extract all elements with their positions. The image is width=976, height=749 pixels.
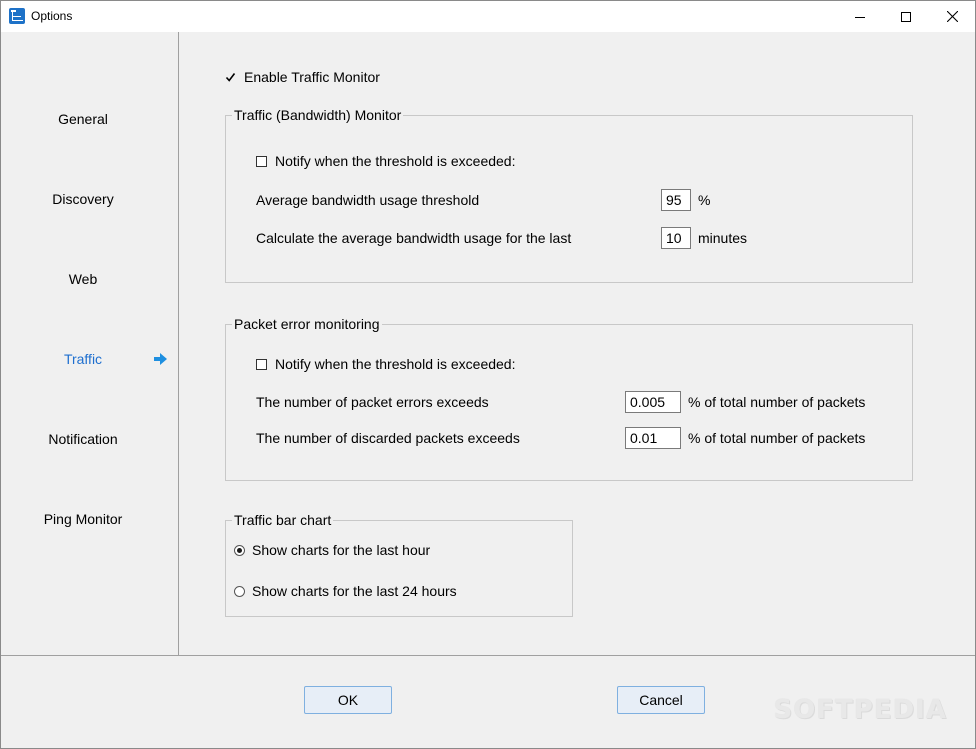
avg-period-input[interactable]	[661, 227, 691, 249]
chart-last-24h-radio[interactable]	[234, 585, 245, 597]
minimize-button[interactable]	[837, 1, 883, 32]
chart-last-24h-label: Show charts for the last 24 hours	[252, 583, 457, 599]
sidebar-item-notification[interactable]: Notification	[1, 427, 165, 451]
enable-traffic-monitor-checkbox[interactable]	[225, 72, 236, 83]
bandwidth-notify-checkbox[interactable]	[256, 155, 267, 167]
bandwidth-notify-row[interactable]: Notify when the threshold is exceeded:	[256, 153, 515, 169]
enable-traffic-monitor-label: Enable Traffic Monitor	[244, 69, 380, 85]
sidebar: General Discovery Web Traffic Notificati…	[1, 32, 179, 655]
avg-threshold-input[interactable]	[661, 189, 691, 211]
bandwidth-notify-label: Notify when the threshold is exceeded:	[275, 153, 516, 169]
ok-button[interactable]: OK	[304, 686, 392, 714]
minimize-icon	[855, 16, 865, 18]
discarded-packets-input[interactable]	[625, 427, 681, 449]
maximize-button[interactable]	[883, 1, 929, 32]
window-title: Options	[31, 9, 73, 23]
footer-divider	[1, 655, 975, 656]
sidebar-item-web[interactable]: Web	[1, 267, 165, 291]
chart-last-hour-row[interactable]: Show charts for the last hour	[234, 542, 430, 558]
packet-errors-unit: % of total number of packets	[688, 394, 866, 410]
chart-last-hour-label: Show charts for the last hour	[252, 542, 431, 558]
avg-threshold-unit: %	[698, 192, 711, 208]
discarded-packets-unit: % of total number of packets	[688, 430, 866, 446]
softpedia-watermark: SOFTPEDIA	[773, 695, 947, 725]
packet-notify-label: Notify when the threshold is exceeded:	[275, 356, 516, 372]
checkmark-icon	[225, 72, 236, 82]
sidebar-item-ping-monitor[interactable]: Ping Monitor	[1, 507, 165, 531]
packet-error-group-title: Packet error monitoring	[234, 316, 380, 332]
avg-threshold-label: Average bandwidth usage threshold	[256, 192, 480, 208]
bandwidth-monitor-group-title: Traffic (Bandwidth) Monitor	[234, 107, 402, 123]
sidebar-item-discovery[interactable]: Discovery	[1, 187, 165, 211]
cancel-button[interactable]: Cancel	[617, 686, 705, 714]
chart-last-24h-row[interactable]: Show charts for the last 24 hours	[234, 583, 457, 599]
options-window: Options General Discovery Web Traffic No…	[0, 0, 976, 749]
avg-period-label: Calculate the average bandwidth usage fo…	[256, 230, 572, 246]
discarded-packets-label: The number of discarded packets exceeds	[256, 430, 520, 446]
avg-period-unit: minutes	[698, 230, 748, 246]
sidebar-item-general[interactable]: General	[1, 107, 165, 131]
title-bar: Options	[1, 1, 975, 32]
packet-notify-row[interactable]: Notify when the threshold is exceeded:	[256, 356, 515, 372]
packet-errors-input[interactable]	[625, 391, 681, 413]
maximize-icon	[901, 11, 911, 22]
chart-last-hour-radio[interactable]	[234, 544, 245, 556]
traffic-bar-chart-group: Traffic bar chart	[225, 512, 573, 617]
packet-notify-checkbox[interactable]	[256, 358, 267, 370]
traffic-bar-chart-group-title: Traffic bar chart	[234, 512, 332, 528]
close-button[interactable]	[929, 1, 975, 32]
arrow-right-icon	[154, 353, 167, 365]
app-icon	[9, 8, 25, 24]
packet-errors-label: The number of packet errors exceeds	[256, 394, 489, 410]
close-icon	[946, 11, 958, 22]
enable-traffic-monitor-row[interactable]: Enable Traffic Monitor	[225, 69, 380, 85]
sidebar-item-traffic[interactable]: Traffic	[1, 347, 165, 371]
